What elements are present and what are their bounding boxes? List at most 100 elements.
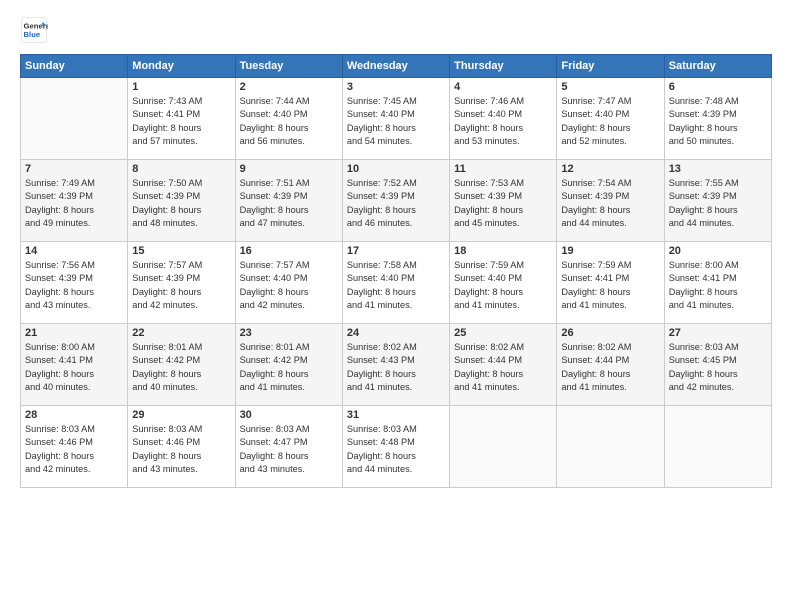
calendar-cell: 1Sunrise: 7:43 AMSunset: 4:41 PMDaylight… [128, 78, 235, 160]
cell-line: Sunset: 4:40 PM [347, 109, 415, 119]
cell-line: and 57 minutes. [132, 136, 197, 146]
calendar-header-row: SundayMondayTuesdayWednesdayThursdayFrid… [21, 55, 772, 78]
day-number: 24 [347, 327, 445, 339]
cell-line: Sunrise: 7:49 AM [25, 178, 95, 188]
cell-line: Sunrise: 7:50 AM [132, 178, 202, 188]
cell-line: and 41 minutes. [347, 300, 412, 310]
calendar-cell: 28 Sunrise: 8:03 AM Sunset: 4:46 PM Dayligh… [21, 406, 128, 488]
day-number: 16 [240, 245, 338, 257]
calendar-cell: 29Sunrise: 8:03 AMSunset: 4:46 PMDayligh… [128, 406, 235, 488]
cell-line: Daylight: 8 hours [25, 287, 94, 297]
day-number: 17 [347, 245, 445, 257]
cell-line: Sunset: 4:47 PM [240, 437, 308, 447]
day-number: 4 [454, 81, 552, 93]
cell-line: Sunrise: 8:03 AM [25, 424, 95, 434]
cell-line: Daylight: 8 hours [347, 123, 416, 133]
day-number: 27 [669, 327, 767, 339]
cell-line: Sunrise: 7:55 AM [669, 178, 739, 188]
day-number: 28 [25, 409, 123, 421]
cell-line: Daylight: 8 hours [454, 205, 523, 215]
cell-line: Sunset: 4:39 PM [240, 191, 308, 201]
day-number: 25 [454, 327, 552, 339]
cell-line: Sunset: 4:39 PM [347, 191, 415, 201]
cell-line: Sunrise: 8:03 AM [132, 424, 202, 434]
cell-line: Daylight: 8 hours [132, 287, 201, 297]
cell-line: and 43 minutes. [25, 300, 90, 310]
cell-line: Sunrise: 8:01 AM [240, 342, 310, 352]
calendar-cell: 23Sunrise: 8:01 AMSunset: 4:42 PMDayligh… [235, 324, 342, 406]
calendar-cell: 4Sunrise: 7:46 AMSunset: 4:40 PMDaylight… [450, 78, 557, 160]
cell-line: Sunset: 4:46 PM [132, 437, 200, 447]
col-header-tuesday: Tuesday [235, 55, 342, 78]
cell-line: Sunset: 4:46 PM [25, 437, 93, 447]
cell-line: Sunset: 4:41 PM [669, 273, 737, 283]
cell-line: and 42 minutes. [240, 300, 305, 310]
calendar-cell: 27Sunrise: 8:03 AMSunset: 4:45 PMDayligh… [664, 324, 771, 406]
calendar-cell: 5Sunrise: 7:47 AMSunset: 4:40 PMDaylight… [557, 78, 664, 160]
cell-line: Sunset: 4:43 PM [347, 355, 415, 365]
logo-icon: General Blue [20, 16, 48, 44]
cell-line: Daylight: 8 hours [240, 123, 309, 133]
calendar-cell: 17Sunrise: 7:58 AMSunset: 4:40 PMDayligh… [342, 242, 449, 324]
cell-line: and 44 minutes. [561, 218, 626, 228]
cell-line: Sunrise: 7:45 AM [347, 96, 417, 106]
cell-line: Daylight: 8 hours [25, 451, 94, 461]
cell-line: Daylight: 8 hours [454, 369, 523, 379]
calendar-cell: 30Sunrise: 8:03 AMSunset: 4:47 PMDayligh… [235, 406, 342, 488]
col-header-wednesday: Wednesday [342, 55, 449, 78]
day-number: 13 [669, 163, 767, 175]
calendar-cell: 15Sunrise: 7:57 AMSunset: 4:39 PMDayligh… [128, 242, 235, 324]
cell-line: Sunset: 4:39 PM [561, 191, 629, 201]
calendar-week-5: 28 Sunrise: 8:03 AM Sunset: 4:46 PM Dayligh… [21, 406, 772, 488]
cell-line: Sunset: 4:48 PM [347, 437, 415, 447]
cell-line: and 54 minutes. [347, 136, 412, 146]
cell-line: Sunset: 4:40 PM [240, 109, 308, 119]
calendar-cell: 31Sunrise: 8:03 AMSunset: 4:48 PMDayligh… [342, 406, 449, 488]
calendar-week-1: 1Sunrise: 7:43 AMSunset: 4:41 PMDaylight… [21, 78, 772, 160]
cell-line: Daylight: 8 hours [25, 205, 94, 215]
cell-line: Sunset: 4:44 PM [454, 355, 522, 365]
header: General Blue [20, 16, 772, 44]
cell-line: Sunset: 4:40 PM [561, 109, 629, 119]
cell-line: Sunset: 4:39 PM [454, 191, 522, 201]
day-number: 23 [240, 327, 338, 339]
calendar-cell: 26Sunrise: 8:02 AMSunset: 4:44 PMDayligh… [557, 324, 664, 406]
calendar-week-4: 21Sunrise: 8:00 AMSunset: 4:41 PMDayligh… [21, 324, 772, 406]
calendar-cell: 13Sunrise: 7:55 AMSunset: 4:39 PMDayligh… [664, 160, 771, 242]
calendar-cell: 21Sunrise: 8:00 AMSunset: 4:41 PMDayligh… [21, 324, 128, 406]
cell-line: and 53 minutes. [454, 136, 519, 146]
cell-line: Daylight: 8 hours [132, 369, 201, 379]
cell-line: Sunset: 4:39 PM [669, 191, 737, 201]
cell-line: Daylight: 8 hours [347, 369, 416, 379]
calendar-cell [557, 406, 664, 488]
day-number: 7 [25, 163, 123, 175]
cell-line: Sunset: 4:41 PM [132, 109, 200, 119]
cell-line: and 56 minutes. [240, 136, 305, 146]
cell-line: Sunrise: 8:01 AM [132, 342, 202, 352]
calendar-cell [21, 78, 128, 160]
calendar-cell: 8Sunrise: 7:50 AMSunset: 4:39 PMDaylight… [128, 160, 235, 242]
cell-line: Daylight: 8 hours [561, 287, 630, 297]
cell-line: Daylight: 8 hours [669, 287, 738, 297]
cell-line: Daylight: 8 hours [454, 123, 523, 133]
cell-line: Sunrise: 7:48 AM [669, 96, 739, 106]
col-header-saturday: Saturday [664, 55, 771, 78]
cell-line: and 40 minutes. [132, 382, 197, 392]
col-header-monday: Monday [128, 55, 235, 78]
cell-line: Sunrise: 7:52 AM [347, 178, 417, 188]
calendar-cell: 22Sunrise: 8:01 AMSunset: 4:42 PMDayligh… [128, 324, 235, 406]
calendar-cell: 25Sunrise: 8:02 AMSunset: 4:44 PMDayligh… [450, 324, 557, 406]
cell-line: Sunset: 4:39 PM [669, 109, 737, 119]
calendar-cell: 24Sunrise: 8:02 AMSunset: 4:43 PMDayligh… [342, 324, 449, 406]
cell-line: Sunset: 4:39 PM [132, 273, 200, 283]
day-number: 18 [454, 245, 552, 257]
cell-line: Daylight: 8 hours [454, 287, 523, 297]
cell-line: and 43 minutes. [132, 464, 197, 474]
day-number: 20 [669, 245, 767, 257]
col-header-sunday: Sunday [21, 55, 128, 78]
cell-line: and 41 minutes. [347, 382, 412, 392]
cell-line: Sunset: 4:40 PM [454, 109, 522, 119]
cell-line: Sunrise: 8:03 AM [240, 424, 310, 434]
calendar-cell: 3Sunrise: 7:45 AMSunset: 4:40 PMDaylight… [342, 78, 449, 160]
cell-line: and 41 minutes. [561, 382, 626, 392]
